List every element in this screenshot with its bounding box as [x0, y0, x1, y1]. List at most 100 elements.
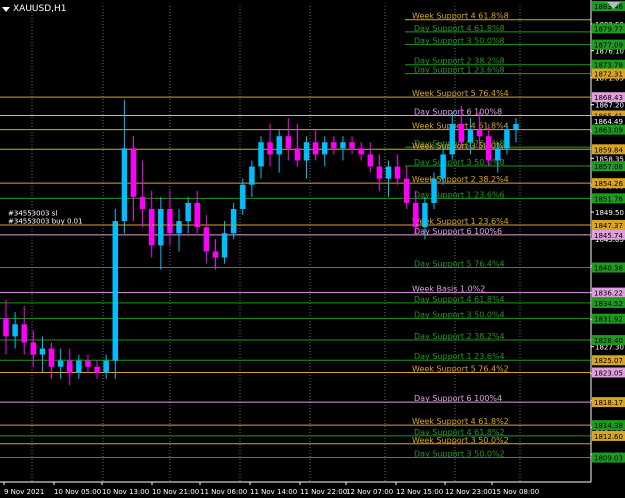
price-tick-label: 1849.50 — [595, 209, 624, 217]
candle-body — [167, 208, 173, 234]
support-level-label: Day Support 4 61.8%4 — [414, 295, 505, 304]
price-label: 1872.31 — [594, 71, 623, 79]
candle-body — [94, 366, 100, 373]
candle-body — [294, 148, 301, 161]
support-level-label: Week Support 3 50.0%4 — [412, 141, 509, 150]
time-tick-label: 11 Nov 06:00 — [200, 488, 247, 496]
time-tick-label: 15 Nov 08:00 — [492, 488, 539, 496]
candle-body — [21, 324, 27, 343]
support-level-label: Week Support 5 76.4%2 — [412, 364, 509, 373]
candle-body — [440, 154, 446, 179]
candle-body — [76, 360, 82, 373]
candle-body — [431, 178, 437, 203]
support-level-label: Day Support 3 50.0%2 — [414, 450, 505, 459]
candle-body — [413, 202, 419, 228]
price-label: 1831.92 — [594, 316, 623, 324]
price-label: 1854.26 — [594, 180, 623, 188]
time-tick-label: 12 Nov 23:00 — [445, 488, 492, 496]
price-label: 1814.38 — [594, 422, 623, 430]
price-label: 1873.78 — [594, 62, 623, 70]
candle-body — [212, 251, 219, 258]
price-label: 1857.08 — [594, 163, 623, 171]
candle-body — [258, 142, 264, 167]
candle-body — [221, 233, 228, 258]
candle-body — [403, 178, 410, 203]
price-label: 1879.77 — [594, 25, 623, 33]
support-level-label: Day Support 1 23.6%4 — [414, 352, 505, 361]
price-label: 1818.17 — [594, 399, 623, 407]
chart-background — [0, 0, 625, 498]
price-chart[interactable]: Week Support 4 61.8%8 Day Support 4 61.8%… — [0, 0, 625, 498]
price-label: 1883.46 — [594, 3, 623, 11]
price-label: 1847.37 — [594, 222, 623, 230]
candle-body — [331, 142, 337, 149]
price-label: 1828.40 — [594, 337, 623, 345]
candle-body — [422, 202, 428, 228]
price-label: 1825.07 — [594, 357, 623, 365]
candle-body — [467, 130, 474, 143]
support-level-label: Day Support 1 23.6%8 — [414, 66, 505, 75]
time-tick-label: 10 Nov 05:00 — [54, 488, 101, 496]
support-level-label: Day Support 2 38.2%4 — [414, 332, 505, 341]
time-tick-label: 11 Nov 22:00 — [300, 488, 347, 496]
support-level-label: Week Basis 1.0%2 — [412, 285, 485, 294]
candle-body — [303, 142, 310, 161]
candle-body — [194, 202, 200, 228]
candle-body — [185, 202, 191, 222]
support-level-label: Day Support 6 100%6 — [414, 227, 502, 236]
price-label: 1809.03 — [594, 455, 623, 463]
candle-body — [139, 196, 146, 209]
candle-body — [349, 142, 355, 149]
price-label: 1823.05 — [594, 369, 623, 377]
price-label: 1877.09 — [594, 42, 623, 50]
candle-body — [485, 136, 492, 161]
candle-body — [121, 148, 128, 222]
candle-body — [476, 130, 483, 137]
candle-body — [276, 136, 282, 155]
chart-title: XAUUSD,H1 — [2, 2, 67, 16]
candle-body — [12, 324, 18, 337]
price-label: 1836.22 — [594, 290, 623, 298]
candle-body — [312, 142, 319, 155]
price-label: 1845.74 — [594, 232, 623, 240]
support-level-label: Week Support 3 50.0%2 — [412, 436, 509, 445]
candle-body — [148, 208, 155, 246]
support-level-label: Day Support 6 100%8 — [414, 108, 502, 117]
candle-body — [176, 221, 182, 234]
support-level-label: Day Support 5 76.4%4 — [414, 259, 505, 268]
candle-body — [112, 221, 119, 361]
candle-body — [85, 360, 91, 367]
candle-body — [30, 342, 37, 355]
candle-body — [394, 166, 401, 179]
candle-body — [385, 166, 392, 179]
candle-body — [358, 148, 364, 155]
time-tick-label: 10 Nov 21:00 — [152, 488, 199, 496]
chevron-down-icon[interactable] — [2, 6, 10, 12]
support-level-label: Day Support 4 61.8%8 — [414, 24, 505, 33]
support-level-label: Week Support 4 61.8%2 — [412, 417, 509, 426]
candle-body — [513, 124, 519, 131]
price-label: 1840.36 — [594, 264, 623, 272]
support-level-label: Day Support 6 100%4 — [414, 394, 502, 403]
candle-body — [3, 318, 9, 337]
candle-body — [130, 148, 137, 197]
candle-body — [449, 124, 455, 155]
candle-body — [249, 166, 255, 185]
candle-body — [230, 208, 237, 234]
candle-body — [504, 130, 510, 149]
candle-body — [376, 166, 383, 179]
price-label: 1851.76 — [594, 195, 623, 203]
candle-body — [158, 208, 164, 246]
price-tick-label: 1867.20 — [595, 102, 624, 110]
support-level-label: Week Support 2 38.2%4 — [412, 175, 509, 184]
time-tick-label: 12 Nov 15:00 — [396, 488, 443, 496]
candle-body — [203, 227, 210, 252]
symbol-title: XAUUSD,H1 — [13, 4, 67, 14]
price-label: 1868.43 — [594, 94, 623, 102]
candle-body — [495, 148, 501, 161]
candle-body — [267, 142, 273, 155]
support-level-label: Week Support 4 61.8%8 — [412, 12, 509, 21]
support-level-label: Day Support 3 50.0%4 — [414, 311, 505, 320]
support-level-label: Day Support 1 23.6%6 — [414, 190, 505, 199]
support-level-label: Day Support 2 38.2%8 — [414, 57, 505, 66]
